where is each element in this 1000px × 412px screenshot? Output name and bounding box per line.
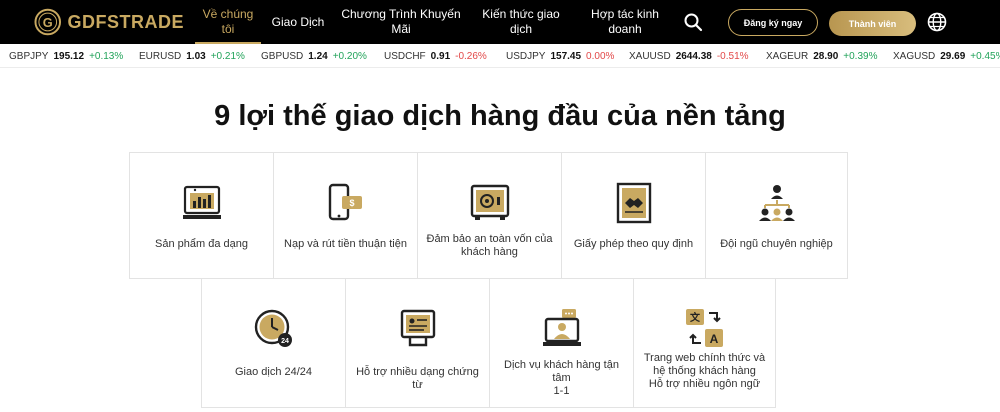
feature-card[interactable]: Giấy phép theo quy định <box>561 152 706 279</box>
safe-icon <box>470 184 509 220</box>
feature-card[interactable]: Hỗ trợ nhiều dạng chứng từ <box>345 278 490 408</box>
feature-card[interactable]: Dịch vụ khách hàng tận tâm 1-1 <box>489 278 634 408</box>
member-button[interactable]: Thành viên <box>829 11 916 36</box>
ticker-item[interactable]: EURUSD 1.03 +0.21% <box>139 51 245 62</box>
mobile-payment-icon: $ <box>328 183 362 221</box>
ticker-item[interactable]: XAGUSD 29.69 +0.45% <box>893 51 1000 62</box>
feature-label: Đảm bảo an toàn vốn của khách hàng <box>426 233 553 258</box>
feature-label: Trang web chính thức và hệ thống khách hà… <box>643 352 766 390</box>
ticker-item[interactable]: USDJPY 157.45 0.00% <box>506 51 614 62</box>
brand-logo[interactable]: G GDFSTRADE <box>34 7 184 37</box>
nav-knowledge[interactable]: Kiến thức giao dịch <box>476 0 566 44</box>
feature-label: Giấy phép theo quy định <box>573 238 694 250</box>
top-navbar: G GDFSTRADE Về chúng tôi Giao Dịch Chương… <box>0 0 1000 44</box>
svg-text:A: A <box>709 332 718 346</box>
feature-label: Dịch vụ khách hàng tận tâm 1-1 <box>504 359 619 397</box>
documents-icon <box>400 309 435 347</box>
ticker-item[interactable]: XAGEUR 28.90 +0.39% <box>766 51 877 62</box>
feature-label: Nạp và rút tiền thuận tiện <box>284 238 407 250</box>
ticker-item[interactable]: GBPUSD 1.24 +0.20% <box>261 51 367 62</box>
feature-card[interactable]: Sản phẩm đa dạng <box>129 152 274 279</box>
globe-icon[interactable] <box>927 12 947 32</box>
ticker-item[interactable]: GBPJPY 195.12 +0.13% <box>9 51 123 62</box>
license-handshake-icon <box>616 182 651 224</box>
section-title: 9 lợi thế giao dịch hàng đầu của nền tản… <box>214 100 786 132</box>
feature-card[interactable]: 文 A Trang web chính thức và hệ thống khác… <box>633 278 776 408</box>
feature-label: Giao dịch 24/24 <box>234 366 313 378</box>
nav-trading[interactable]: Giao Dịch <box>266 0 330 44</box>
customer-service-icon <box>542 309 581 346</box>
nav-promotions[interactable]: Chương Trình Khuyến Mãi <box>337 0 465 44</box>
product-chart-icon <box>182 185 221 219</box>
search-icon[interactable] <box>683 12 703 32</box>
feature-card[interactable]: 24 Giao dịch 24/24 <box>201 278 346 408</box>
clock-24-icon: 24 <box>254 309 292 347</box>
team-icon <box>758 185 795 221</box>
feature-label: Đội ngũ chuyên nghiệp <box>720 238 833 250</box>
feature-label: Sản phẩm đa dạng <box>155 238 248 250</box>
nav-partnership[interactable]: Hợp tác kinh doanh <box>583 0 667 44</box>
svg-text:G: G <box>43 15 53 30</box>
price-ticker: GBPJPY 195.12 +0.13% EURUSD 1.03 +0.21% … <box>0 44 1000 68</box>
feature-label: Hỗ trợ nhiều dạng chứng từ <box>356 366 479 391</box>
register-button[interactable]: Đăng ký ngay <box>728 9 818 36</box>
brand-name: GDFSTRADE <box>67 11 184 32</box>
feature-card[interactable]: Đội ngũ chuyên nghiệp <box>705 152 848 279</box>
svg-text:24: 24 <box>281 338 289 345</box>
feature-card[interactable]: Đảm bảo an toàn vốn của khách hàng <box>417 152 562 279</box>
nav-about[interactable]: Về chúng tôi <box>195 0 261 44</box>
logo-mark-icon: G <box>34 8 62 36</box>
translate-icon: 文 A <box>685 309 723 347</box>
feature-card[interactable]: $ Nạp và rút tiền thuận tiện <box>273 152 418 279</box>
svg-text:文: 文 <box>690 311 701 324</box>
ticker-item[interactable]: USDCHF 0.91 -0.26% <box>384 51 487 62</box>
svg-text:$: $ <box>349 198 354 208</box>
ticker-item[interactable]: XAUUSD 2644.38 -0.51% <box>629 51 749 62</box>
